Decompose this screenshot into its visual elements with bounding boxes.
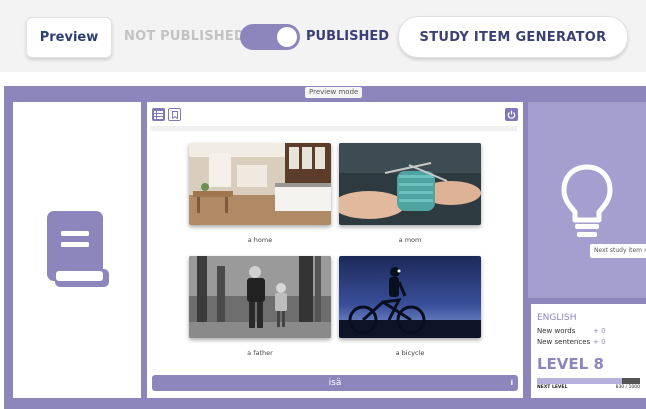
toggle-knob (277, 27, 297, 47)
list-view-button[interactable] (152, 108, 165, 121)
image-card-home[interactable]: a home (189, 143, 331, 244)
level-progress-bar (537, 378, 640, 384)
new-words-row: New words + 0 (537, 327, 606, 336)
image-card-bicycle[interactable]: a bicycle (339, 256, 481, 357)
info-icon[interactable]: i (511, 375, 513, 391)
card-caption: a father (247, 349, 273, 357)
bookmark-button[interactable] (168, 108, 181, 121)
preview-mode-badge: Preview mode (305, 87, 363, 98)
study-item-generator-button[interactable]: STUDY ITEM GENERATOR (398, 16, 628, 58)
new-sentences-label: New sentences (537, 338, 591, 346)
book-icon (47, 211, 109, 287)
cyclist-night-photo (339, 256, 481, 338)
kitchen-photo (189, 143, 331, 225)
knitting-photo (339, 143, 481, 225)
left-panel (13, 102, 141, 398)
card-caption: a bicycle (395, 349, 425, 357)
next-level-label: NEXT LEVEL (537, 385, 568, 390)
father-child-photo (189, 256, 331, 338)
image-card-father[interactable]: a father (189, 256, 331, 357)
new-sentences-row: New sentences + 0 (537, 338, 606, 347)
new-words-label: New words (537, 327, 576, 335)
hint-panel (528, 102, 646, 298)
level-progress-fill (537, 378, 623, 384)
lightbulb-icon (561, 164, 613, 237)
preview-button[interactable]: Preview (26, 17, 112, 58)
next-study-item-button[interactable]: Next study item » (590, 244, 646, 258)
card-caption: a mom (398, 236, 422, 244)
new-sentences-value: + 0 (593, 338, 606, 346)
card-caption: a home (247, 236, 273, 244)
language-label: ENGLISH (537, 313, 577, 323)
list-icon (154, 110, 163, 119)
toolbar-divider (151, 126, 517, 131)
new-words-value: + 0 (593, 327, 606, 335)
level-progress-count: 830 / 1000 (615, 385, 640, 390)
center-panel: a home a mom a father a bicycle isä i (147, 102, 523, 398)
answer-text: isä (328, 378, 342, 388)
power-icon (507, 110, 516, 119)
not-published-label[interactable]: NOT PUBLISHED (124, 29, 245, 45)
stats-panel: ENGLISH New words + 0 New sentences + 0 … (531, 304, 646, 398)
published-label[interactable]: PUBLISHED (306, 29, 389, 45)
bookmark-icon (171, 110, 178, 119)
publish-toggle[interactable] (240, 24, 300, 50)
power-button[interactable] (505, 108, 518, 121)
level-label: LEVEL 8 (537, 355, 604, 373)
image-card-mom[interactable]: a mom (339, 143, 481, 244)
answer-input[interactable]: isä i (152, 375, 518, 391)
